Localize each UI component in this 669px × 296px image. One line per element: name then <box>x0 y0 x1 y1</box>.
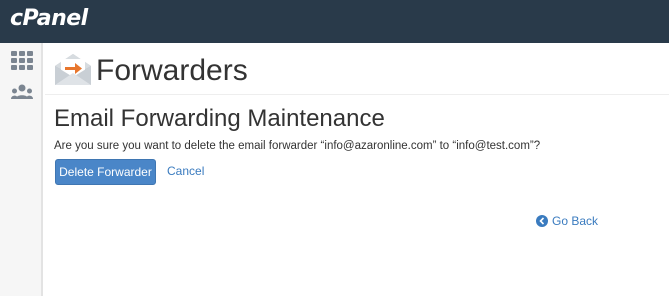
page-title: Forwarders <box>96 54 248 87</box>
go-back-link[interactable]: Go Back <box>536 214 598 228</box>
delete-forwarder-button[interactable]: Delete Forwarder <box>55 159 156 185</box>
envelope-forward-icon <box>53 50 93 88</box>
arrow-left-circle-icon <box>536 215 548 227</box>
section-title: Email Forwarding Maintenance <box>54 105 385 132</box>
sidebar <box>0 43 43 296</box>
cpanel-logo[interactable]: cPanel <box>10 6 88 31</box>
users-icon[interactable] <box>11 83 33 103</box>
cancel-link[interactable]: Cancel <box>167 164 204 178</box>
grid-icon[interactable] <box>11 51 33 71</box>
main-content: Forwarders Email Forwarding Maintenance … <box>45 43 669 296</box>
page-header: Forwarders <box>45 43 669 95</box>
confirm-message: Are you sure you want to delete the emai… <box>54 140 541 152</box>
top-bar: cPanel <box>0 0 669 43</box>
go-back-label: Go Back <box>552 214 599 228</box>
